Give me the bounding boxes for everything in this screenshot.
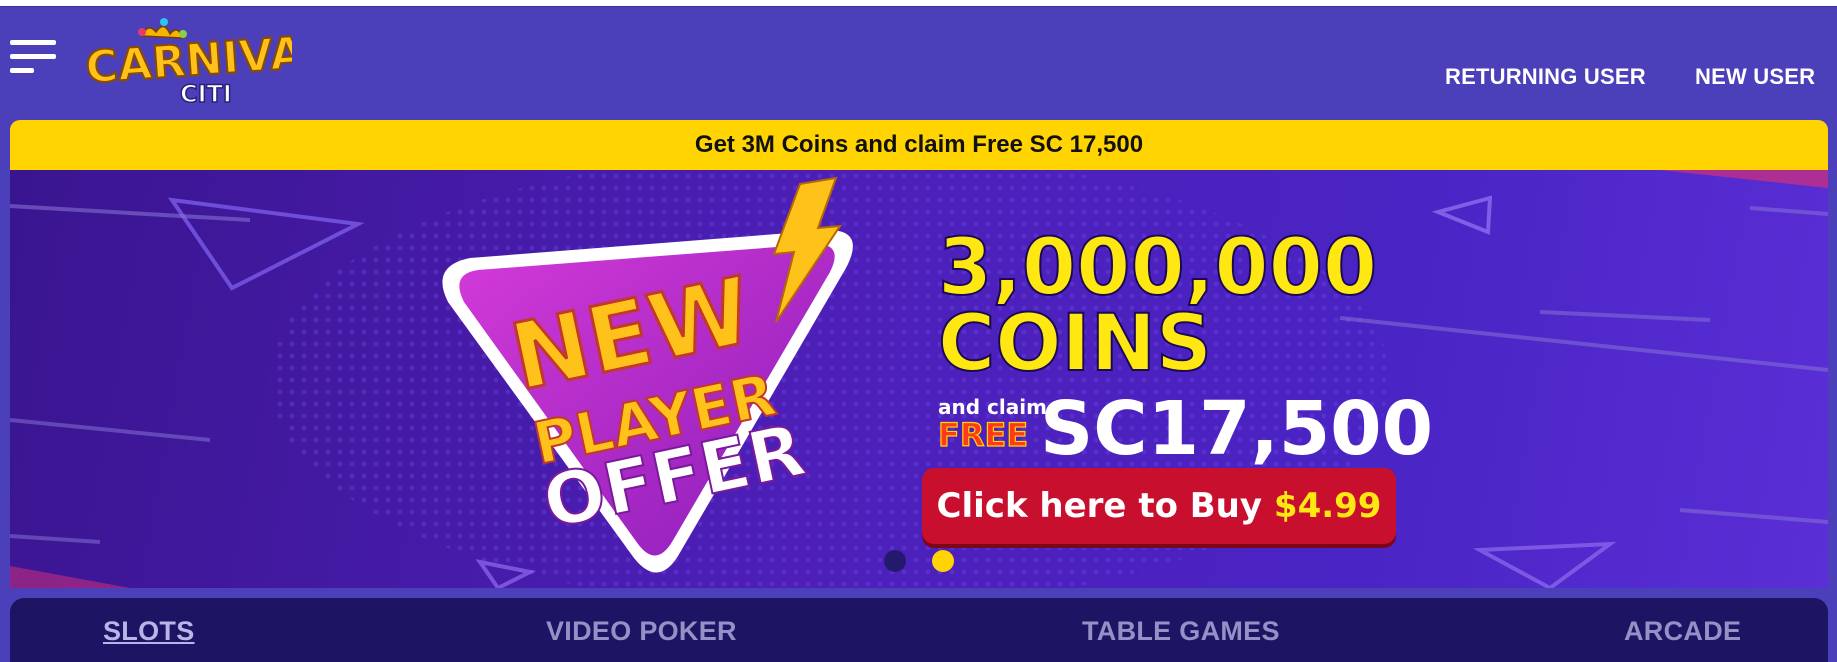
- decor-line: [10, 204, 251, 222]
- decor-line: [1749, 206, 1828, 216]
- category-nav: SLOTS VIDEO POKER TABLE GAMES ARCADE: [10, 598, 1828, 662]
- carousel-dot-2-active[interactable]: [932, 550, 954, 572]
- coins-label: COINS: [938, 299, 1212, 389]
- decor-line: [1339, 316, 1828, 372]
- category-slots[interactable]: SLOTS: [103, 616, 195, 647]
- hero-banner[interactable]: NEW PLAYER OFFER 3,000,000 COINS and cla…: [10, 170, 1828, 588]
- buy-button-price: $4.99: [1273, 486, 1382, 526]
- returning-user-link[interactable]: RETURNING USER: [1445, 64, 1646, 90]
- sc-amount: SC17,500: [1040, 386, 1433, 472]
- decor-triangle: [1472, 541, 1617, 588]
- decor-line: [1679, 508, 1828, 524]
- decor-streak: [10, 566, 130, 588]
- category-video-poker[interactable]: VIDEO POKER: [546, 616, 737, 647]
- free-text: FREE: [938, 416, 1028, 454]
- new-user-link[interactable]: NEW USER: [1695, 64, 1815, 90]
- decor-line: [10, 534, 101, 544]
- carousel-dot-1[interactable]: [884, 550, 906, 572]
- decor-triangle: [1431, 195, 1493, 235]
- promo-strip[interactable]: Get 3M Coins and claim Free SC 17,500: [10, 120, 1828, 170]
- hamburger-menu-icon[interactable]: [10, 40, 56, 76]
- promo-text: Get 3M Coins and claim Free SC 17,500: [694, 131, 1144, 158]
- buy-button[interactable]: Click here to Buy $4.99: [922, 468, 1396, 544]
- decor-line: [10, 418, 211, 442]
- logo-text-citi: CITI: [180, 80, 232, 108]
- buy-button-label: Click here to Buy: [936, 486, 1274, 526]
- carnival-citi-logo[interactable]: CARNIVAL CITI: [82, 18, 335, 109]
- category-arcade[interactable]: ARCADE: [1624, 616, 1741, 647]
- decor-line: [1539, 310, 1711, 322]
- category-table-games[interactable]: TABLE GAMES: [1082, 616, 1280, 647]
- decor-streak: [1660, 170, 1828, 188]
- decor-triangle: [167, 197, 365, 291]
